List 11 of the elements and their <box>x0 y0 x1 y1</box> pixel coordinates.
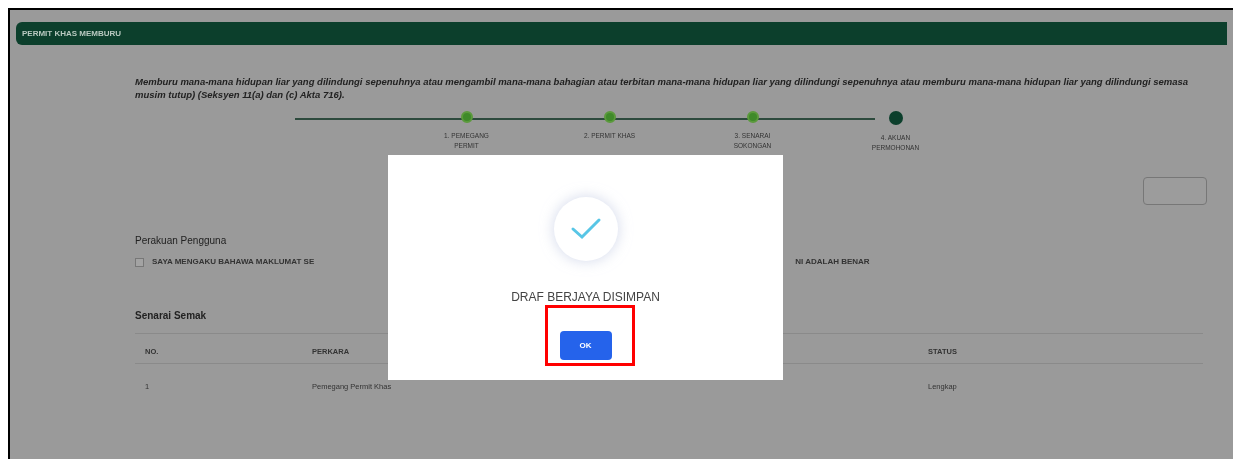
ok-button[interactable]: OK <box>559 331 612 360</box>
action-button[interactable] <box>1143 177 1207 205</box>
declaration-text: NI ADALAH BENAR <box>795 256 870 268</box>
dialog-message: DRAF BERJAYA DISIMPAN <box>511 289 660 306</box>
check-icon <box>553 197 618 261</box>
page-title: PERMIT KHAS MEMBURU <box>22 27 122 40</box>
description-text: Memburu mana-mana hidupan liar yang dilindungi sepenuhnya atau mengambil mana-mana bahagian atau terbitan mana-mana hidupan liar yang dilindungi sepenuhnya atau memburu mana-mana hidupan liar yang dilindungi semasa musim tutup) (Seksyen 11(a) dan (c) Akta 716). <box>135 75 1190 101</box>
section-title: Senarai Semak <box>135 309 208 323</box>
checkbox[interactable] <box>135 257 144 267</box>
section-title: Perakuan Pengguna <box>135 234 228 248</box>
declaration-text: SAYA MENGAKU BAHAWA MAKLUMAT SE <box>152 256 315 268</box>
